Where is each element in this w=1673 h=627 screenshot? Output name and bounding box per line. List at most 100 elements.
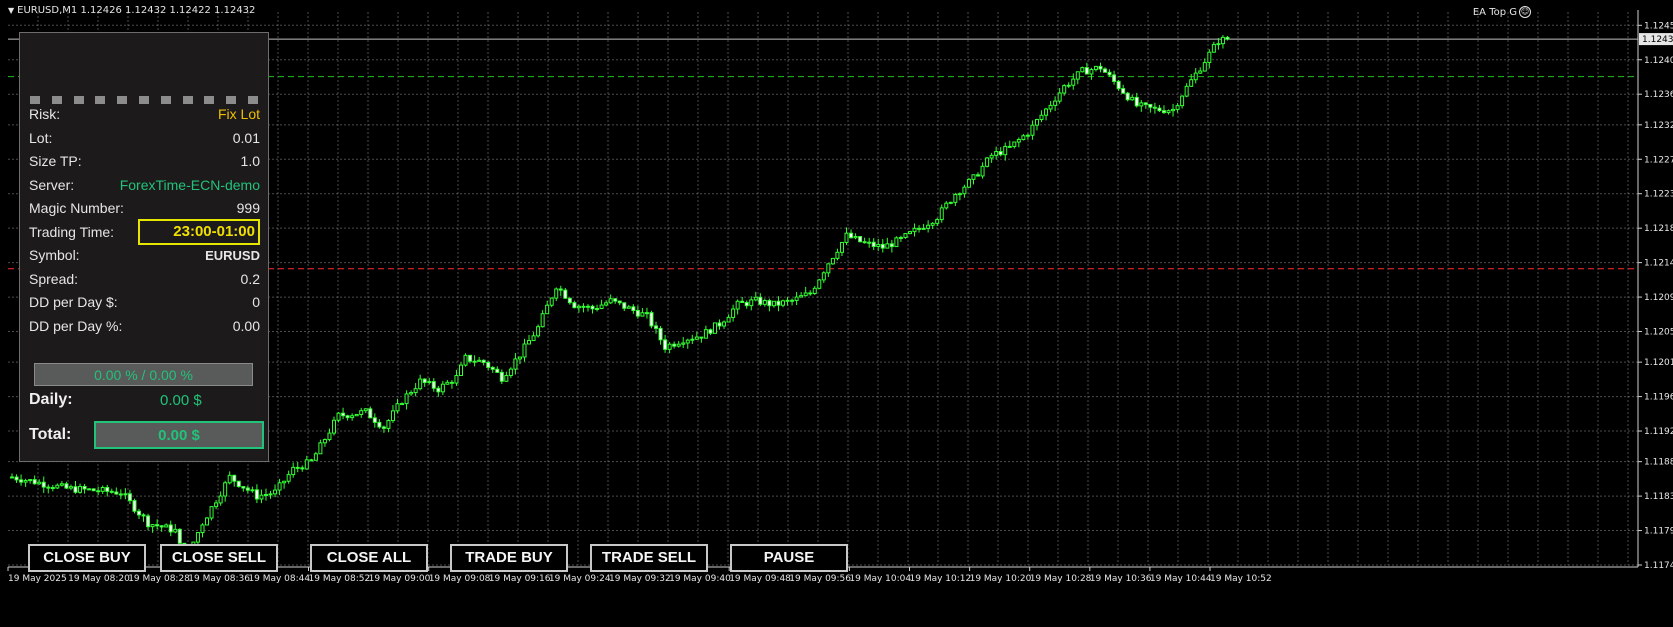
candle [409, 390, 414, 396]
candle-body [1180, 95, 1185, 107]
candle-body [372, 417, 377, 423]
candle-body [563, 289, 568, 299]
candle [105, 484, 110, 497]
panel-row-magic-number: Magic Number: 999 [29, 197, 260, 219]
candle-body [55, 484, 60, 489]
candle [1166, 109, 1171, 115]
trade-buy-button[interactable]: TRADE BUY [450, 544, 568, 572]
candle [527, 334, 532, 345]
candle [590, 304, 595, 314]
candle [223, 480, 228, 502]
candle [1130, 94, 1135, 101]
candle-body [504, 375, 509, 382]
candle-body [898, 236, 903, 239]
candle-body [880, 243, 885, 249]
candle-body [527, 340, 532, 345]
candle [114, 487, 119, 495]
candle [109, 488, 114, 494]
candle [658, 326, 663, 345]
candle [830, 257, 835, 265]
candle-body [236, 480, 241, 488]
candle-body [1225, 36, 1230, 40]
symbol-label: Symbol: [29, 247, 80, 263]
candle [463, 353, 468, 367]
chart-symbol-header[interactable]: ▼ EURUSD,M1 1.12426 1.12432 1.12422 1.124… [8, 5, 255, 16]
candle [889, 239, 894, 253]
close-all-button[interactable]: CLOSE ALL [310, 544, 428, 572]
candle-body [608, 298, 613, 304]
candle-body [427, 381, 432, 384]
panel-row-size-tp: Size TP: 1.0 [29, 150, 260, 172]
trade-sell-button[interactable]: TRADE SELL [590, 544, 708, 572]
total-value: 0.00 $ [94, 421, 264, 449]
candle-body [799, 295, 804, 298]
candle-body [96, 490, 101, 493]
candle-body [676, 343, 681, 347]
symbol-ohlc-text: EURUSD,M1 1.12426 1.12432 1.12422 1.1243… [17, 5, 256, 16]
candle [1057, 87, 1062, 104]
candle [998, 147, 1003, 157]
candle-body [1171, 108, 1176, 112]
candle [844, 227, 849, 245]
candle-body [917, 227, 922, 230]
candle [622, 302, 627, 312]
candle-body [658, 327, 663, 341]
price-tick-label: 1.11790 [1644, 527, 1673, 537]
time-tick-label: 19 May 10:20 [970, 574, 1032, 584]
price-tick-label: 1.12010 [1644, 358, 1673, 368]
candle-body [690, 338, 695, 341]
candle-body [871, 241, 876, 248]
trading-time-value: 23:00-01:00 [138, 218, 260, 245]
candle [948, 201, 953, 205]
candle-body [232, 474, 237, 482]
panel-row-trading-time: Trading Time: 23:00-01:00 [29, 218, 260, 245]
candle [1039, 110, 1044, 123]
candle [617, 300, 622, 306]
candle-body [209, 506, 214, 519]
candle [790, 298, 795, 306]
candle [504, 371, 509, 382]
candle [635, 305, 640, 319]
candle-body [114, 491, 119, 495]
price-tick-label: 1.12050 [1644, 328, 1673, 338]
candle [912, 223, 917, 237]
candle-body [826, 263, 831, 274]
candle [1202, 58, 1207, 72]
candle-body [717, 322, 722, 327]
candle-body [1166, 110, 1171, 114]
candle-body [227, 474, 232, 484]
candle [885, 237, 890, 249]
candle-body [109, 490, 114, 493]
candle-body [155, 524, 160, 527]
dropdown-triangle-icon[interactable]: ▼ [8, 6, 14, 15]
price-tick-label: 1.12095 [1644, 293, 1673, 303]
candle [1220, 35, 1225, 49]
candle [894, 236, 899, 248]
candle-body [985, 157, 990, 167]
candle-body [635, 309, 640, 317]
candle [572, 300, 577, 309]
candle-body [998, 151, 1003, 156]
close-sell-button[interactable]: CLOSE SELL [160, 544, 278, 572]
candle [227, 471, 232, 485]
candle [1003, 142, 1008, 161]
candle-body [132, 500, 137, 512]
ea-badge[interactable]: EA Top G ☺ [1473, 6, 1531, 18]
candle [989, 152, 994, 163]
candle-body [118, 493, 123, 496]
candle [1098, 62, 1103, 73]
candle-body [513, 358, 518, 370]
candle [962, 184, 967, 198]
candle-body [449, 381, 454, 384]
smiley-icon: ☺ [1519, 6, 1531, 18]
candle-body [146, 515, 151, 528]
dd-per-day-pct-value: 0.00 [232, 317, 260, 334]
candle [871, 238, 876, 251]
candle [1184, 83, 1189, 98]
candle [1180, 95, 1185, 109]
close-buy-button[interactable]: CLOSE BUY [28, 544, 146, 572]
pause-button[interactable]: PAUSE [730, 544, 848, 572]
candle-body [921, 227, 926, 230]
candle-body [948, 201, 953, 204]
candle [273, 484, 278, 498]
